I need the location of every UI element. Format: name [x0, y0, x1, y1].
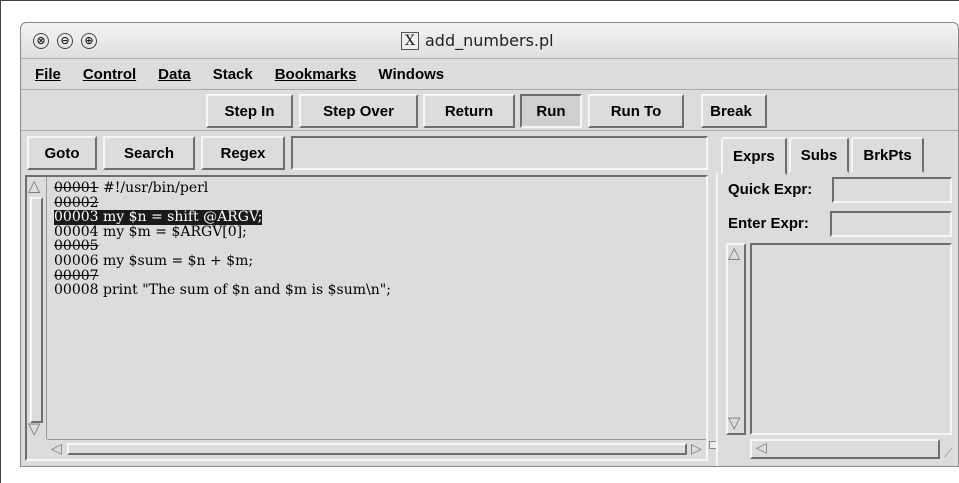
scroll-left-icon[interactable]: ◁ [51, 442, 62, 456]
quick-expr-label: Quick Expr: [728, 181, 813, 198]
step-over-button[interactable]: Step Over [299, 94, 418, 128]
line-text: my $sum = $n + $m; [98, 252, 254, 269]
enter-expr-label: Enter Expr: [728, 215, 809, 232]
search-button[interactable]: Search [103, 136, 195, 170]
code-horizontal-scrollbar[interactable]: ◁ ▷ [47, 439, 706, 459]
search-input[interactable] [291, 136, 708, 170]
line-number: 00007 [54, 267, 99, 284]
x11-icon: X [401, 31, 419, 50]
run-to-button[interactable]: Run To [588, 94, 684, 128]
right-tabs: Exprs Subs BrkPts [721, 137, 924, 175]
exprs-list[interactable] [750, 243, 952, 435]
enter-expr-input[interactable] [830, 211, 952, 237]
current-code-line[interactable]: 00003 my $n = shift @ARGV; [54, 209, 263, 226]
line-text: print "The sum of $n and $m is $sum\n"; [98, 282, 391, 299]
menu-bookmarks-label: Bookmarks [274, 66, 357, 83]
return-button[interactable]: Return [423, 94, 515, 128]
menu-windows[interactable]: Windows [378, 66, 444, 83]
resize-grip-icon[interactable]: ⟋ [944, 447, 956, 461]
code-scroll-track[interactable] [30, 197, 43, 423]
line-text: my $m = $ARGV[0]; [98, 223, 247, 240]
menu-data-label: Data [158, 66, 191, 83]
code-vertical-scrollbar[interactable]: △ ▽ [27, 177, 47, 439]
source-code: 00001 #!/usr/bin/perl 00002 00003 my $n … [54, 181, 704, 433]
scroll-down-icon[interactable]: ▽ [28, 421, 40, 437]
exprs-vertical-scrollbar[interactable]: △ ▽ [726, 243, 746, 435]
menu-file[interactable]: File [35, 66, 61, 83]
close-icon[interactable]: ⊗ [33, 33, 49, 49]
tab-brkpts[interactable]: BrkPts [851, 137, 924, 173]
toolbar: Step In Step Over Return Run Run To Brea… [21, 91, 958, 131]
line-number: 00004 [54, 223, 99, 240]
line-number: 00005 [54, 238, 99, 255]
goto-button[interactable]: Goto [27, 136, 97, 170]
code-hscroll-track[interactable] [67, 443, 687, 455]
menu-stack[interactable]: Stack [213, 66, 253, 83]
quick-expr-input[interactable] [832, 177, 952, 203]
menu-windows-label: Windows [378, 66, 445, 83]
code-line[interactable]: 00007 [54, 267, 704, 284]
line-number: 00006 [54, 252, 99, 269]
exprs-horizontal-scrollbar[interactable]: ◁ [750, 439, 940, 459]
exprs-scroll-up-icon[interactable]: △ [728, 245, 740, 261]
code-line[interactable]: 00008 print "The sum of $n and $m is $su… [54, 283, 704, 298]
menu-file-label: File [35, 66, 61, 83]
scroll-right-icon[interactable]: ▷ [691, 442, 702, 456]
step-in-button[interactable]: Step In [206, 94, 293, 128]
exprs-scroll-down-icon[interactable]: ▽ [728, 415, 740, 431]
exprs-pane: Quick Expr: Enter Expr: △ ▽ ◁ ⟋ [716, 173, 957, 466]
regex-button[interactable]: Regex [201, 136, 285, 170]
scroll-up-icon[interactable]: △ [28, 178, 40, 194]
menu-control-label: Control [82, 66, 137, 83]
line-number: 00008 [54, 282, 99, 299]
line-text: my $n = shift @ARGV; [98, 209, 263, 226]
tab-subs[interactable]: Subs [788, 137, 850, 173]
menu-data[interactable]: Data [158, 66, 191, 83]
menu-stack-label: Stack [212, 66, 253, 83]
menu-bookmarks[interactable]: Bookmarks [275, 66, 357, 83]
code-line[interactable]: 00005 [54, 239, 704, 254]
line-number: 00002 [54, 194, 99, 211]
titlebar: ⊗ ⊖ ⊕ X add_numbers.pl [21, 23, 958, 59]
line-text: #!/usr/bin/perl [98, 180, 209, 196]
window-title-group: X add_numbers.pl [401, 31, 554, 50]
menubar: File Control Data Stack Bookmarks Window… [21, 60, 958, 90]
line-number: 00001 [54, 180, 99, 196]
exprs-scroll-left-icon[interactable]: ◁ [756, 441, 767, 455]
code-line[interactable]: 00002 [54, 194, 704, 211]
menu-control[interactable]: Control [83, 66, 136, 83]
code-line[interactable]: 00001 #!/usr/bin/perl [54, 181, 704, 196]
run-button[interactable]: Run [520, 94, 582, 128]
break-button-frame [701, 94, 767, 128]
debugger-window: ⊗ ⊖ ⊕ X add_numbers.pl File Control Data… [20, 22, 959, 467]
code-line[interactable]: 00004 my $m = $ARGV[0]; [54, 223, 704, 240]
source-code-pane[interactable]: △ ▽ 00001 #!/usr/bin/perl 00002 00003 my… [25, 175, 708, 461]
maximize-icon[interactable]: ⊕ [81, 33, 97, 49]
code-line[interactable]: 00006 my $sum = $n + $m; [54, 254, 704, 269]
tab-exprs[interactable]: Exprs [721, 137, 787, 175]
minimize-icon[interactable]: ⊖ [57, 33, 73, 49]
window-title: add_numbers.pl [425, 31, 554, 50]
line-number: 00003 [54, 209, 99, 226]
